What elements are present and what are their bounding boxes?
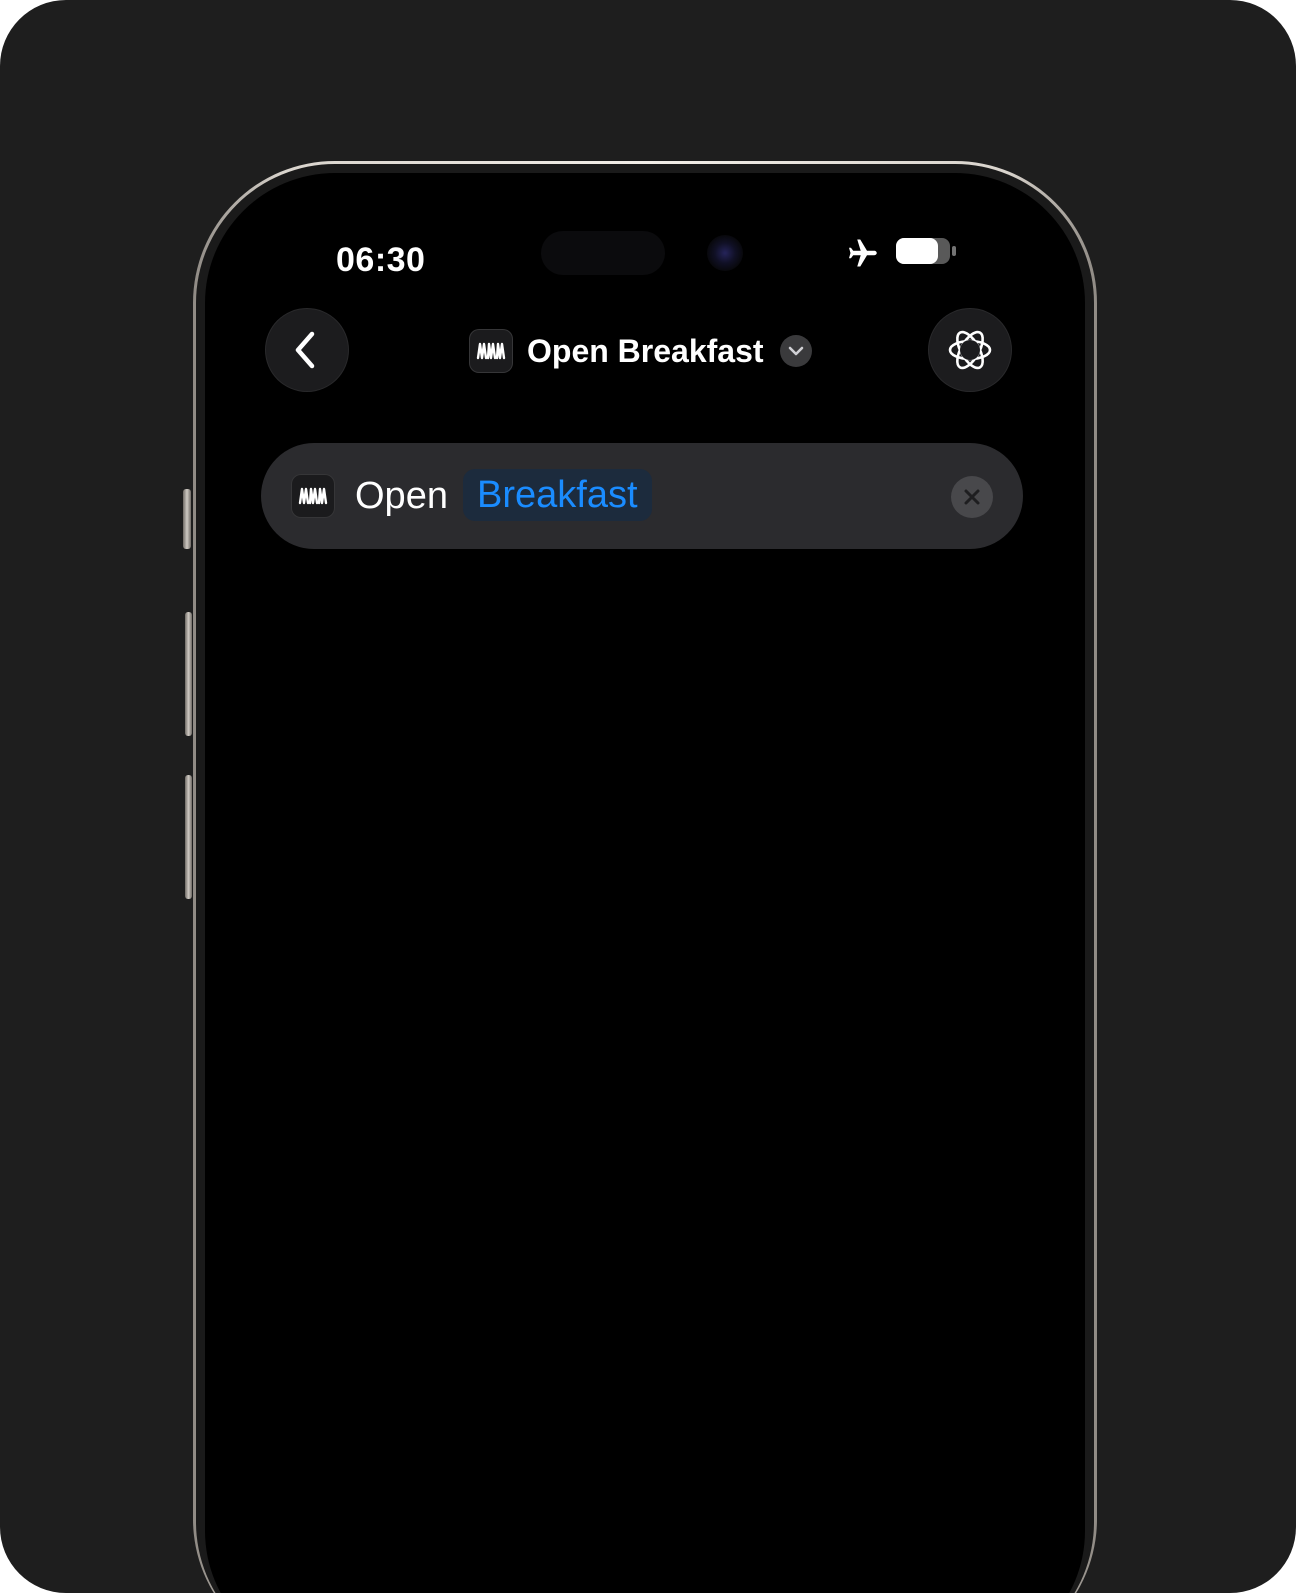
close-icon: [964, 489, 980, 505]
action-button: [183, 489, 191, 549]
page-title: Open Breakfast: [527, 332, 764, 369]
volume-up-button: [185, 612, 192, 736]
assistant-button[interactable]: [928, 308, 1012, 392]
chevron-down-icon: [779, 335, 812, 367]
remove-action-button[interactable]: [951, 476, 993, 518]
volume-down-button: [185, 775, 192, 899]
back-button[interactable]: [265, 308, 349, 392]
breakfast-app-icon: [291, 474, 335, 518]
status-time: 06:30: [336, 241, 426, 279]
shortcut-title-menu[interactable]: Open Breakfast: [469, 327, 812, 375]
device-frame-background: 06:30 Open Breakfast Open Breakfast: [0, 0, 1296, 1593]
scribble-glyph: [476, 342, 506, 360]
chevron-left-icon: [295, 331, 315, 369]
action-verb: Open: [355, 475, 448, 517]
camera-lens: [707, 235, 743, 271]
action-row[interactable]: Open Breakfast: [261, 443, 1023, 549]
phone-body: 06:30 Open Breakfast Open Breakfast: [193, 161, 1097, 1593]
phone-screen: 06:30 Open Breakfast Open Breakfast: [205, 173, 1085, 1593]
action-parameter-token[interactable]: Breakfast: [463, 469, 652, 521]
scribble-glyph: [298, 487, 328, 505]
apple-intelligence-icon: [948, 330, 992, 370]
dynamic-island: [541, 231, 665, 275]
airplane-icon: [849, 239, 877, 267]
battery-icon: [896, 238, 956, 264]
breakfast-app-icon: [469, 329, 513, 373]
